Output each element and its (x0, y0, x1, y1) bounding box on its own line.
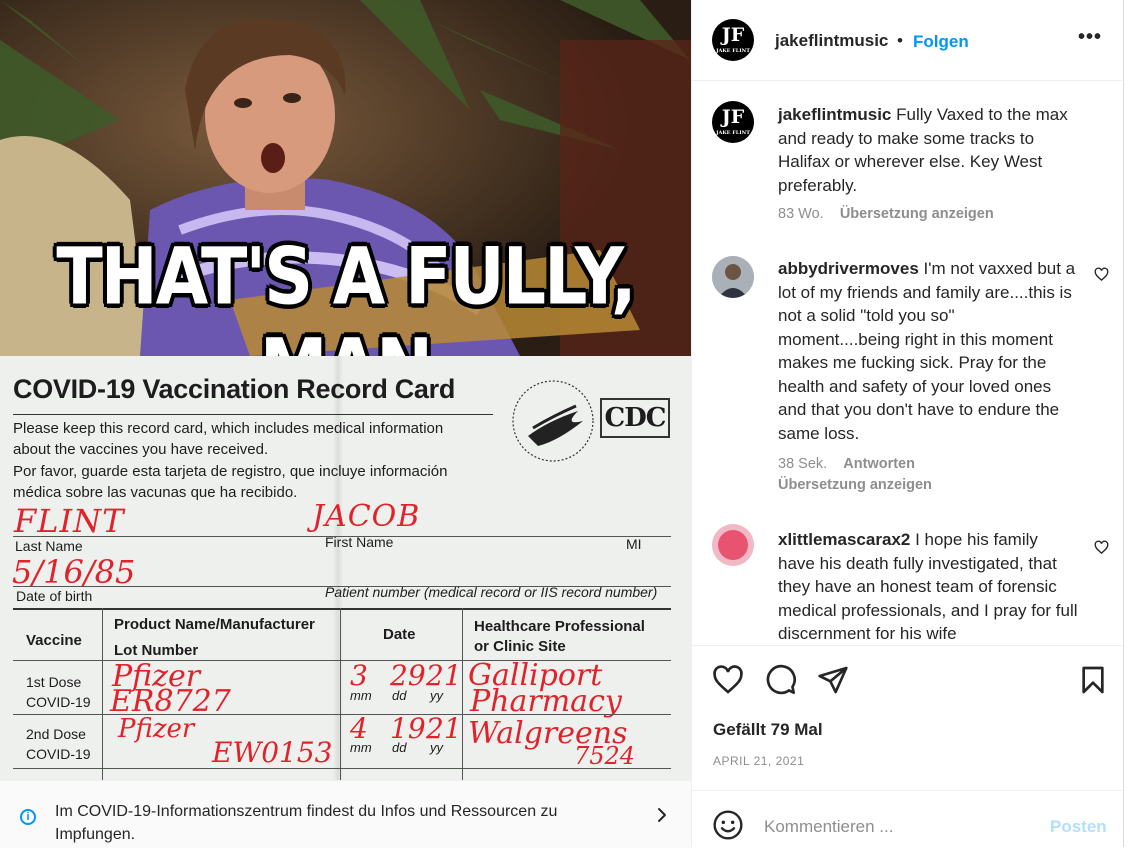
author-username[interactable]: jakeflintmusic (775, 31, 888, 51)
avatar-initials: JF (721, 24, 745, 46)
comment-text: xlittlemascarax2 I hope his family have … (778, 528, 1078, 645)
comment-avatar[interactable] (712, 524, 754, 566)
table-col-rule-3 (462, 608, 463, 780)
col-date: Date (383, 626, 416, 643)
row1-dose: 1st Dose (26, 674, 82, 690)
post-header: JF JAKE FLINT jakeflintmusic • Folgen ••… (692, 0, 1125, 81)
meme-image: THAT'S A FULLY, MAN (0, 0, 691, 356)
caption-translate-link[interactable]: Übersetzung anzeigen (840, 206, 994, 222)
col-provider-1: Healthcare Professional (474, 618, 645, 635)
last-name-label: Last Name (15, 538, 83, 554)
table-col-rule-1 (102, 608, 103, 780)
cdc-logo: CDC (600, 398, 670, 438)
caption-avatar[interactable]: JF JAKE FLINT (712, 101, 754, 143)
col-product: Product Name/Manufacturer (114, 616, 315, 633)
caption-avatar-initials: JF (721, 106, 745, 128)
chevron-right-icon[interactable] (654, 807, 670, 823)
comment-meta: 38 Sek. Antworten (778, 456, 915, 472)
patient-number-label: Patient number (medical record or IIS re… (325, 584, 658, 600)
likes-count[interactable]: Gefällt 79 Mal (713, 720, 823, 740)
comment-username[interactable]: xlittlemascarax2 (778, 530, 910, 549)
row2-rule (13, 768, 671, 769)
handwritten-last-name: FLINT (14, 502, 125, 540)
col-provider-2: or Clinic Site (474, 638, 566, 655)
card-intro-es-1: Por favor, guarde esta tarjeta de regist… (13, 463, 448, 480)
comment-translate-link[interactable]: Übersetzung anzeigen (778, 477, 932, 493)
card-intro-es-2: médica sobre las vacunas que ha recibido… (13, 484, 298, 501)
row1-dd-label: dd (392, 688, 407, 703)
title-rule (13, 414, 493, 415)
covid-info-banner[interactable]: i Im COVID-19-Informationszentrum findes… (0, 780, 691, 848)
table-top-rule (13, 608, 671, 610)
post-media[interactable]: THAT'S A FULLY, MAN COVID-19 Vaccination… (0, 0, 691, 780)
info-icon: i (20, 809, 36, 825)
card-intro-en-2: about the vaccines you have received. (13, 441, 269, 458)
post-sidebar: JF JAKE FLINT jakeflintmusic • Folgen ••… (691, 0, 1125, 848)
comment-reply-button[interactable]: Antworten (843, 456, 915, 472)
end-the-fed-avatar-icon (712, 524, 754, 566)
row2-yy-label: yy (430, 740, 443, 755)
caption-username[interactable]: jakeflintmusic (778, 105, 891, 124)
header-separator: • (897, 31, 903, 50)
user-photo-icon (712, 256, 754, 298)
comment-avatar[interactable] (712, 256, 754, 298)
share-paper-plane-icon[interactable] (817, 664, 849, 696)
post-date[interactable]: APRIL 21, 2021 (713, 754, 804, 768)
row1-mm-label: mm (350, 688, 372, 703)
row2-vaccine: COVID-19 (26, 746, 91, 762)
comment-input[interactable] (764, 817, 1034, 837)
post-actions: Gefällt 79 Mal APRIL 21, 2021 (692, 645, 1125, 786)
comment-bubble-icon[interactable] (765, 664, 797, 696)
row2-product: Pfizer (118, 714, 195, 744)
covid-info-text: Im COVID-19-Informationszentrum findest … (55, 803, 558, 843)
row2-lot: EW0153 (212, 736, 333, 769)
save-bookmark-icon[interactable] (1077, 664, 1109, 696)
comment-translate: Übersetzung anzeigen (778, 477, 932, 493)
first-name-label: First Name (325, 534, 394, 550)
caption-age[interactable]: 83 Wo. (778, 206, 824, 222)
more-options-icon[interactable]: ••• (1078, 26, 1102, 49)
meme-caption: THAT'S A FULLY, MAN (56, 232, 636, 356)
follow-button[interactable]: Folgen (913, 32, 969, 52)
row2-site-2: 7524 (574, 742, 636, 770)
comment-age[interactable]: 38 Sek. (778, 456, 827, 472)
table-col-rule-2 (340, 608, 341, 780)
author-avatar[interactable]: JF JAKE FLINT (712, 19, 754, 61)
col-vaccine: Vaccine (26, 632, 82, 649)
row2-dose: 2nd Dose (26, 726, 86, 742)
like-heart-icon[interactable] (712, 664, 744, 696)
mi-label: MI (626, 536, 642, 552)
handwritten-first-name: JACOB (312, 499, 421, 534)
row2-mm-label: mm (350, 740, 372, 755)
caption-meta: 83 Wo. Übersetzung anzeigen (778, 206, 994, 222)
caption-text: jakeflintmusic Fully Vaxed to the max an… (778, 103, 1078, 197)
card-intro-en-1: Please keep this record card, which incl… (13, 420, 444, 437)
post-comment-button[interactable]: Posten (1050, 817, 1107, 837)
like-comment-heart-icon[interactable] (1094, 540, 1109, 555)
comments-list[interactable]: JF JAKE FLINT jakeflintmusic Fully Vaxed… (692, 81, 1125, 645)
row2-dd-label: dd (392, 740, 407, 755)
col-lot: Lot Number (114, 642, 199, 659)
dob-label: Date of birth (16, 588, 93, 604)
add-comment-bar: Posten (692, 790, 1125, 848)
row1-rule (13, 714, 671, 715)
row1-vaccine: COVID-19 (26, 694, 91, 710)
vaccination-card-image: COVID-19 Vaccination Record Card Please … (0, 356, 691, 780)
card-title: COVID-19 Vaccination Record Card (13, 374, 456, 404)
emoji-icon[interactable] (712, 809, 744, 841)
comment-body: I'm not vaxxed but a lot of my friends a… (778, 259, 1076, 443)
like-comment-heart-icon[interactable] (1094, 267, 1109, 282)
avatar-subtext: JAKE FLINT (716, 48, 750, 54)
row1-yy-label: yy (430, 688, 443, 703)
comment-username[interactable]: abbydrivermoves (778, 259, 919, 278)
comment-text: abbydrivermoves I'm not vaxxed but a lot… (778, 257, 1078, 445)
caption-avatar-subtext: JAKE FLINT (716, 130, 750, 136)
